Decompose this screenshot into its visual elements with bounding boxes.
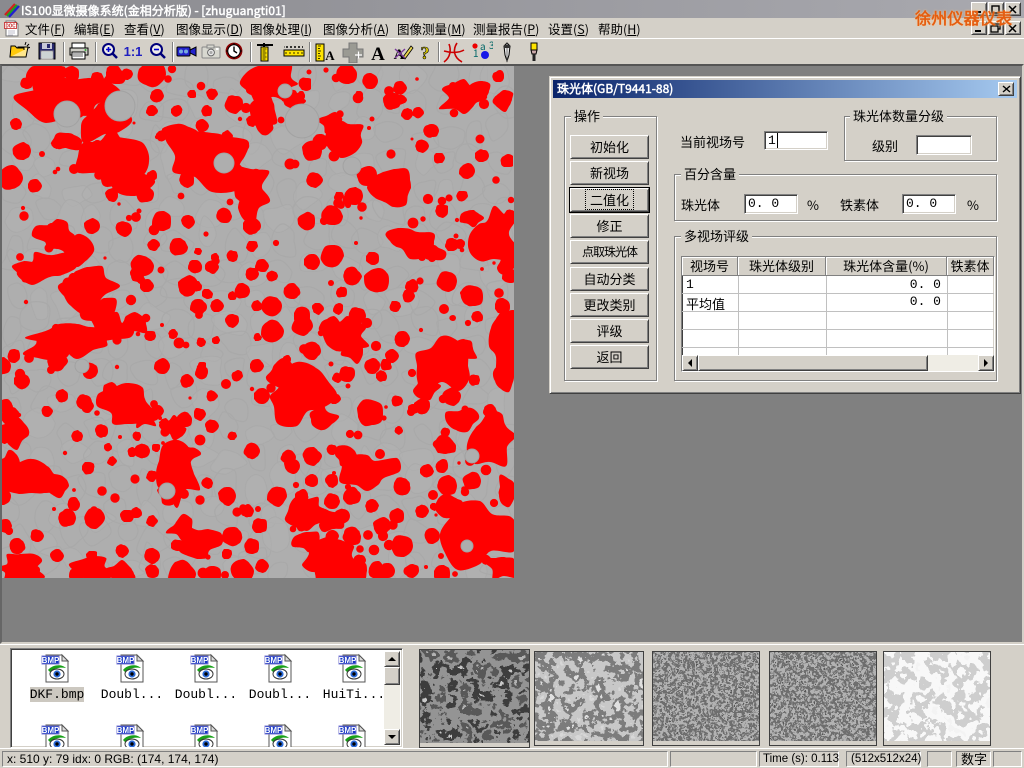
- svg-text:a: a: [480, 41, 486, 53]
- svg-text:A: A: [371, 44, 385, 63]
- svg-text:BMP: BMP: [191, 656, 209, 665]
- svg-text:A: A: [325, 48, 335, 63]
- svg-text:1: 1: [473, 45, 479, 60]
- svg-text:BMP: BMP: [117, 726, 135, 735]
- svg-text:BMP: BMP: [42, 656, 60, 665]
- svg-text:BMP: BMP: [191, 726, 209, 735]
- svg-text:BMP: BMP: [117, 656, 135, 665]
- svg-text:3: 3: [489, 41, 493, 52]
- svg-text:DOC: DOC: [6, 24, 16, 30]
- svg-text:BMP: BMP: [339, 726, 357, 735]
- svg-text:?: ?: [421, 43, 430, 63]
- svg-text:BMP: BMP: [265, 726, 283, 735]
- svg-text:BMP: BMP: [42, 726, 60, 735]
- svg-text:1:1: 1:1: [124, 44, 143, 59]
- svg-text:BMP: BMP: [265, 656, 283, 665]
- svg-text:BMP: BMP: [339, 656, 357, 665]
